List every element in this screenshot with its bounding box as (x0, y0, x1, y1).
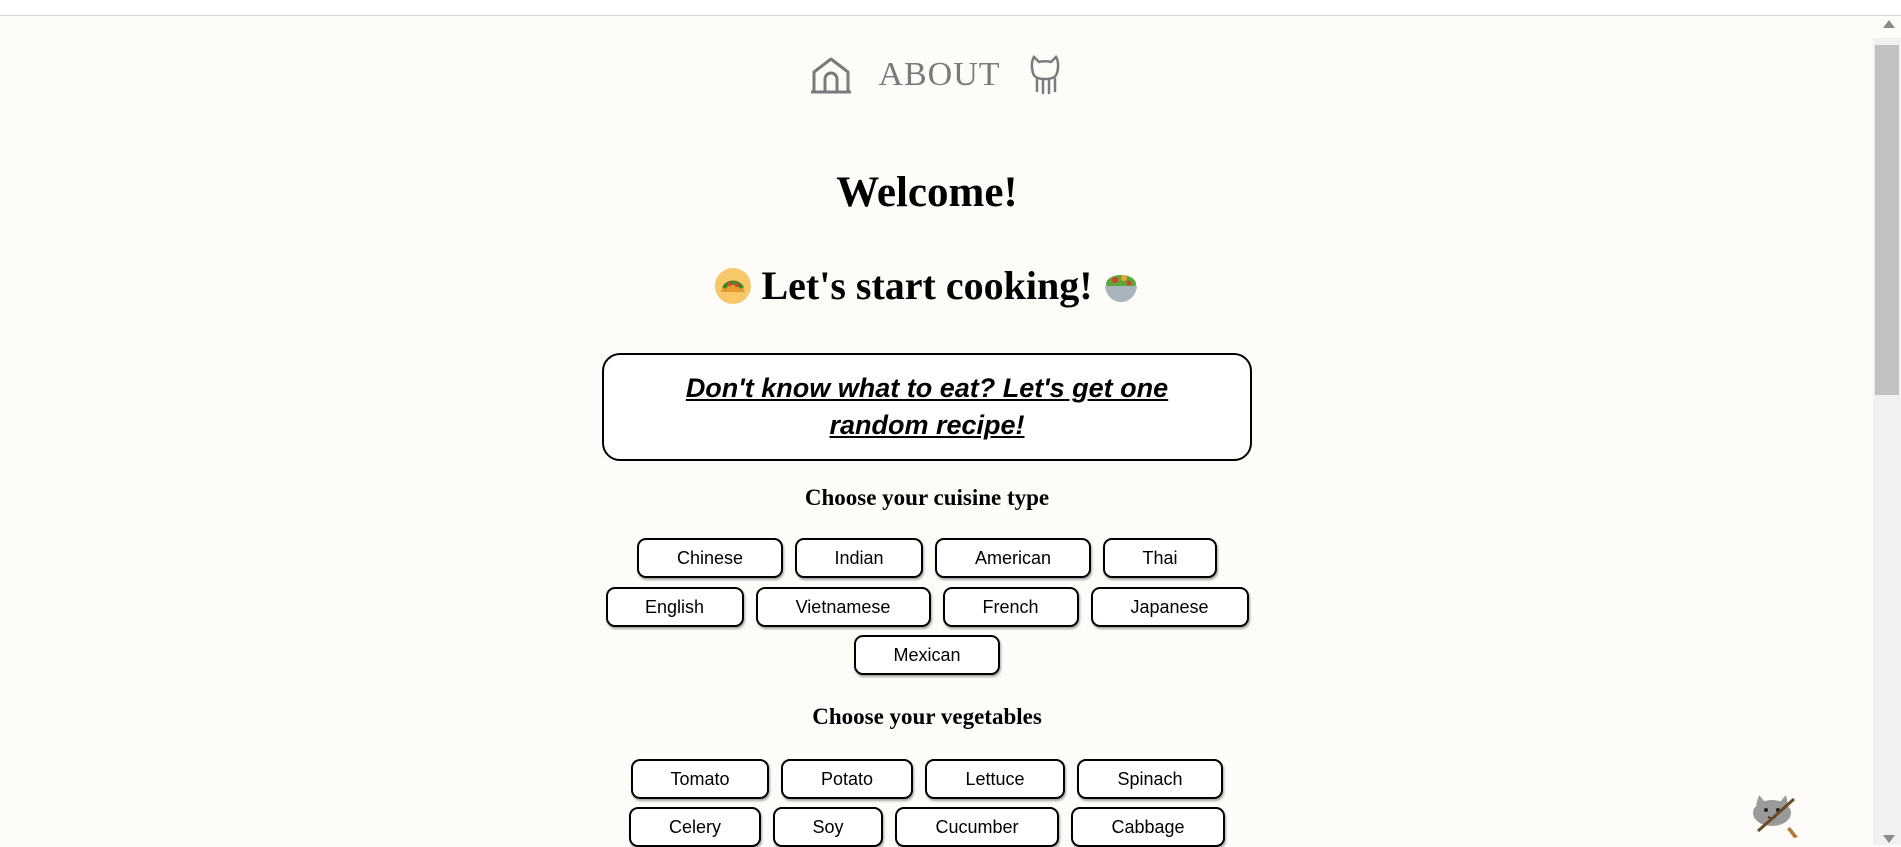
vegetable-chip-cucumber[interactable]: Cucumber (895, 807, 1059, 847)
cuisine-chip-chinese[interactable]: Chinese (637, 538, 783, 578)
scrollbar-thumb[interactable] (1875, 45, 1899, 395)
welcome-heading: Welcome! (836, 169, 1018, 216)
vegetable-chip-lettuce[interactable]: Lettuce (925, 759, 1065, 799)
cat-rowing-icon (1753, 795, 1798, 838)
home-icon (811, 57, 852, 94)
cuisine-chip-thai[interactable]: Thai (1103, 538, 1217, 578)
cuisine-row-3: Mexican (0, 635, 1854, 675)
salad-emoji-icon (1104, 274, 1137, 302)
cuisine-chip-japanese[interactable]: Japanese (1090, 587, 1249, 627)
cuisine-row-2: English Vietnamese French Japanese (0, 587, 1854, 627)
top-nav: ABOUT (0, 55, 1873, 95)
cooking-heading-text: Let's start cooking! (761, 263, 1093, 308)
home-link[interactable] (810, 56, 852, 94)
about-link[interactable]: ABOUT (878, 56, 1000, 94)
scroll-up-arrow-icon[interactable] (1883, 20, 1895, 28)
vegetable-chip-spinach[interactable]: Spinach (1077, 759, 1223, 799)
random-recipe-link[interactable]: Don't know what to eat? Let's get one ra… (667, 370, 1187, 444)
cuisine-chip-vietnamese[interactable]: Vietnamese (755, 587, 931, 627)
vegetable-chip-celery[interactable]: Celery (629, 807, 761, 847)
random-recipe-box[interactable]: Don't know what to eat? Let's get one ra… (602, 353, 1252, 461)
vegetable-chip-potato[interactable]: Potato (781, 759, 913, 799)
cuisine-chip-english[interactable]: English (605, 587, 744, 627)
vegetables-row-2: Celery Soy Cucumber Cabbage (0, 807, 1854, 847)
taco-emoji-icon (715, 267, 752, 304)
cuisine-title: Choose your cuisine type (804, 485, 1050, 510)
vegetables-row-1: Tomato Potato Lettuce Spinach (0, 759, 1854, 799)
vegetable-chip-tomato[interactable]: Tomato (631, 759, 769, 799)
vegetable-chip-soy[interactable]: Soy (773, 807, 883, 847)
vegetables-title: Choose your vegetables (812, 704, 1042, 729)
vegetable-chip-cabbage[interactable]: Cabbage (1071, 807, 1225, 847)
browser-top-rule (0, 0, 1901, 16)
github-link[interactable] (1027, 55, 1063, 95)
cuisine-chip-american[interactable]: American (935, 538, 1091, 578)
scroll-down-arrow-icon[interactable] (1883, 835, 1895, 843)
cuisine-chip-indian[interactable]: Indian (795, 538, 923, 578)
cuisine-chip-french[interactable]: French (942, 587, 1079, 627)
cooking-heading: Let's start cooking! (0, 262, 1854, 309)
cuisine-row-1: Chinese Indian American Thai (0, 538, 1854, 578)
cuisine-chip-mexican[interactable]: Mexican (854, 635, 1000, 675)
octocat-icon (1030, 55, 1059, 95)
